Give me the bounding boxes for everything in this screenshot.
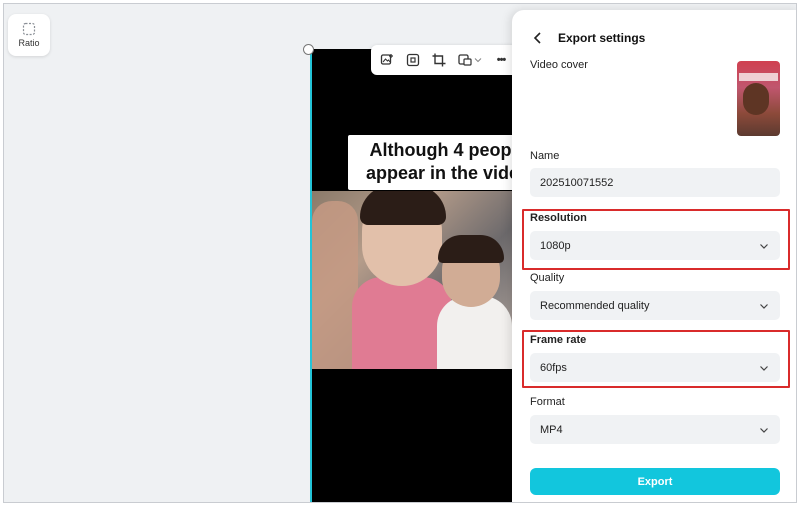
ratio-icon bbox=[22, 22, 36, 36]
chevron-left-icon bbox=[533, 32, 541, 44]
name-label: Name bbox=[530, 150, 560, 162]
format-value: MP4 bbox=[540, 423, 563, 436]
editor-canvas-area: Ratio Although 4 people appear in the vi… bbox=[3, 3, 797, 503]
caption-line-1: Although 4 people bbox=[369, 140, 527, 160]
video-cover-label: Video cover bbox=[530, 59, 588, 71]
frame-rate-select[interactable]: 60fps bbox=[530, 353, 780, 382]
quality-select[interactable]: Recommended quality bbox=[530, 291, 780, 320]
format-select[interactable]: MP4 bbox=[530, 415, 780, 444]
chevron-down-icon bbox=[758, 362, 770, 374]
replace-media-icon[interactable] bbox=[455, 50, 485, 70]
more-icon[interactable]: ••• bbox=[491, 50, 511, 70]
crop-icon[interactable] bbox=[429, 50, 449, 70]
caption-line-2: appear in the video bbox=[365, 163, 527, 183]
chevron-down-icon bbox=[758, 300, 770, 312]
ratio-button[interactable]: Ratio bbox=[8, 14, 50, 56]
add-image-icon[interactable] bbox=[377, 50, 397, 70]
video-preview[interactable]: Although 4 people appear in the video bbox=[310, 49, 527, 502]
video-cover-thumbnail[interactable] bbox=[737, 61, 780, 136]
quality-label: Quality bbox=[530, 272, 565, 284]
focus-icon[interactable] bbox=[403, 50, 423, 70]
export-button[interactable]: Export bbox=[530, 468, 780, 495]
back-button[interactable] bbox=[530, 30, 546, 46]
name-field[interactable]: 202510071552 bbox=[530, 168, 780, 197]
export-settings-panel: Export settings Video cover Name 2025100… bbox=[512, 10, 796, 502]
frame-rate-label: Frame rate bbox=[530, 334, 587, 346]
chevron-down-icon bbox=[758, 424, 770, 436]
format-label: Format bbox=[530, 396, 565, 408]
panel-header: Export settings bbox=[530, 30, 645, 46]
frame-rate-value: 60fps bbox=[540, 361, 567, 374]
video-frame-image bbox=[312, 191, 527, 369]
resolution-value: 1080p bbox=[540, 239, 571, 252]
panel-title: Export settings bbox=[558, 31, 646, 45]
resolution-select[interactable]: 1080p bbox=[530, 231, 780, 260]
name-value: 202510071552 bbox=[540, 176, 614, 189]
chevron-down-icon bbox=[758, 240, 770, 252]
chevron-down-icon bbox=[474, 58, 482, 63]
resize-handle[interactable] bbox=[303, 44, 314, 55]
resolution-label: Resolution bbox=[530, 212, 587, 224]
ratio-label: Ratio bbox=[18, 38, 40, 48]
quality-value: Recommended quality bbox=[540, 299, 650, 312]
video-caption: Although 4 people appear in the video bbox=[348, 135, 527, 190]
media-toolbar: ••• bbox=[371, 45, 527, 75]
